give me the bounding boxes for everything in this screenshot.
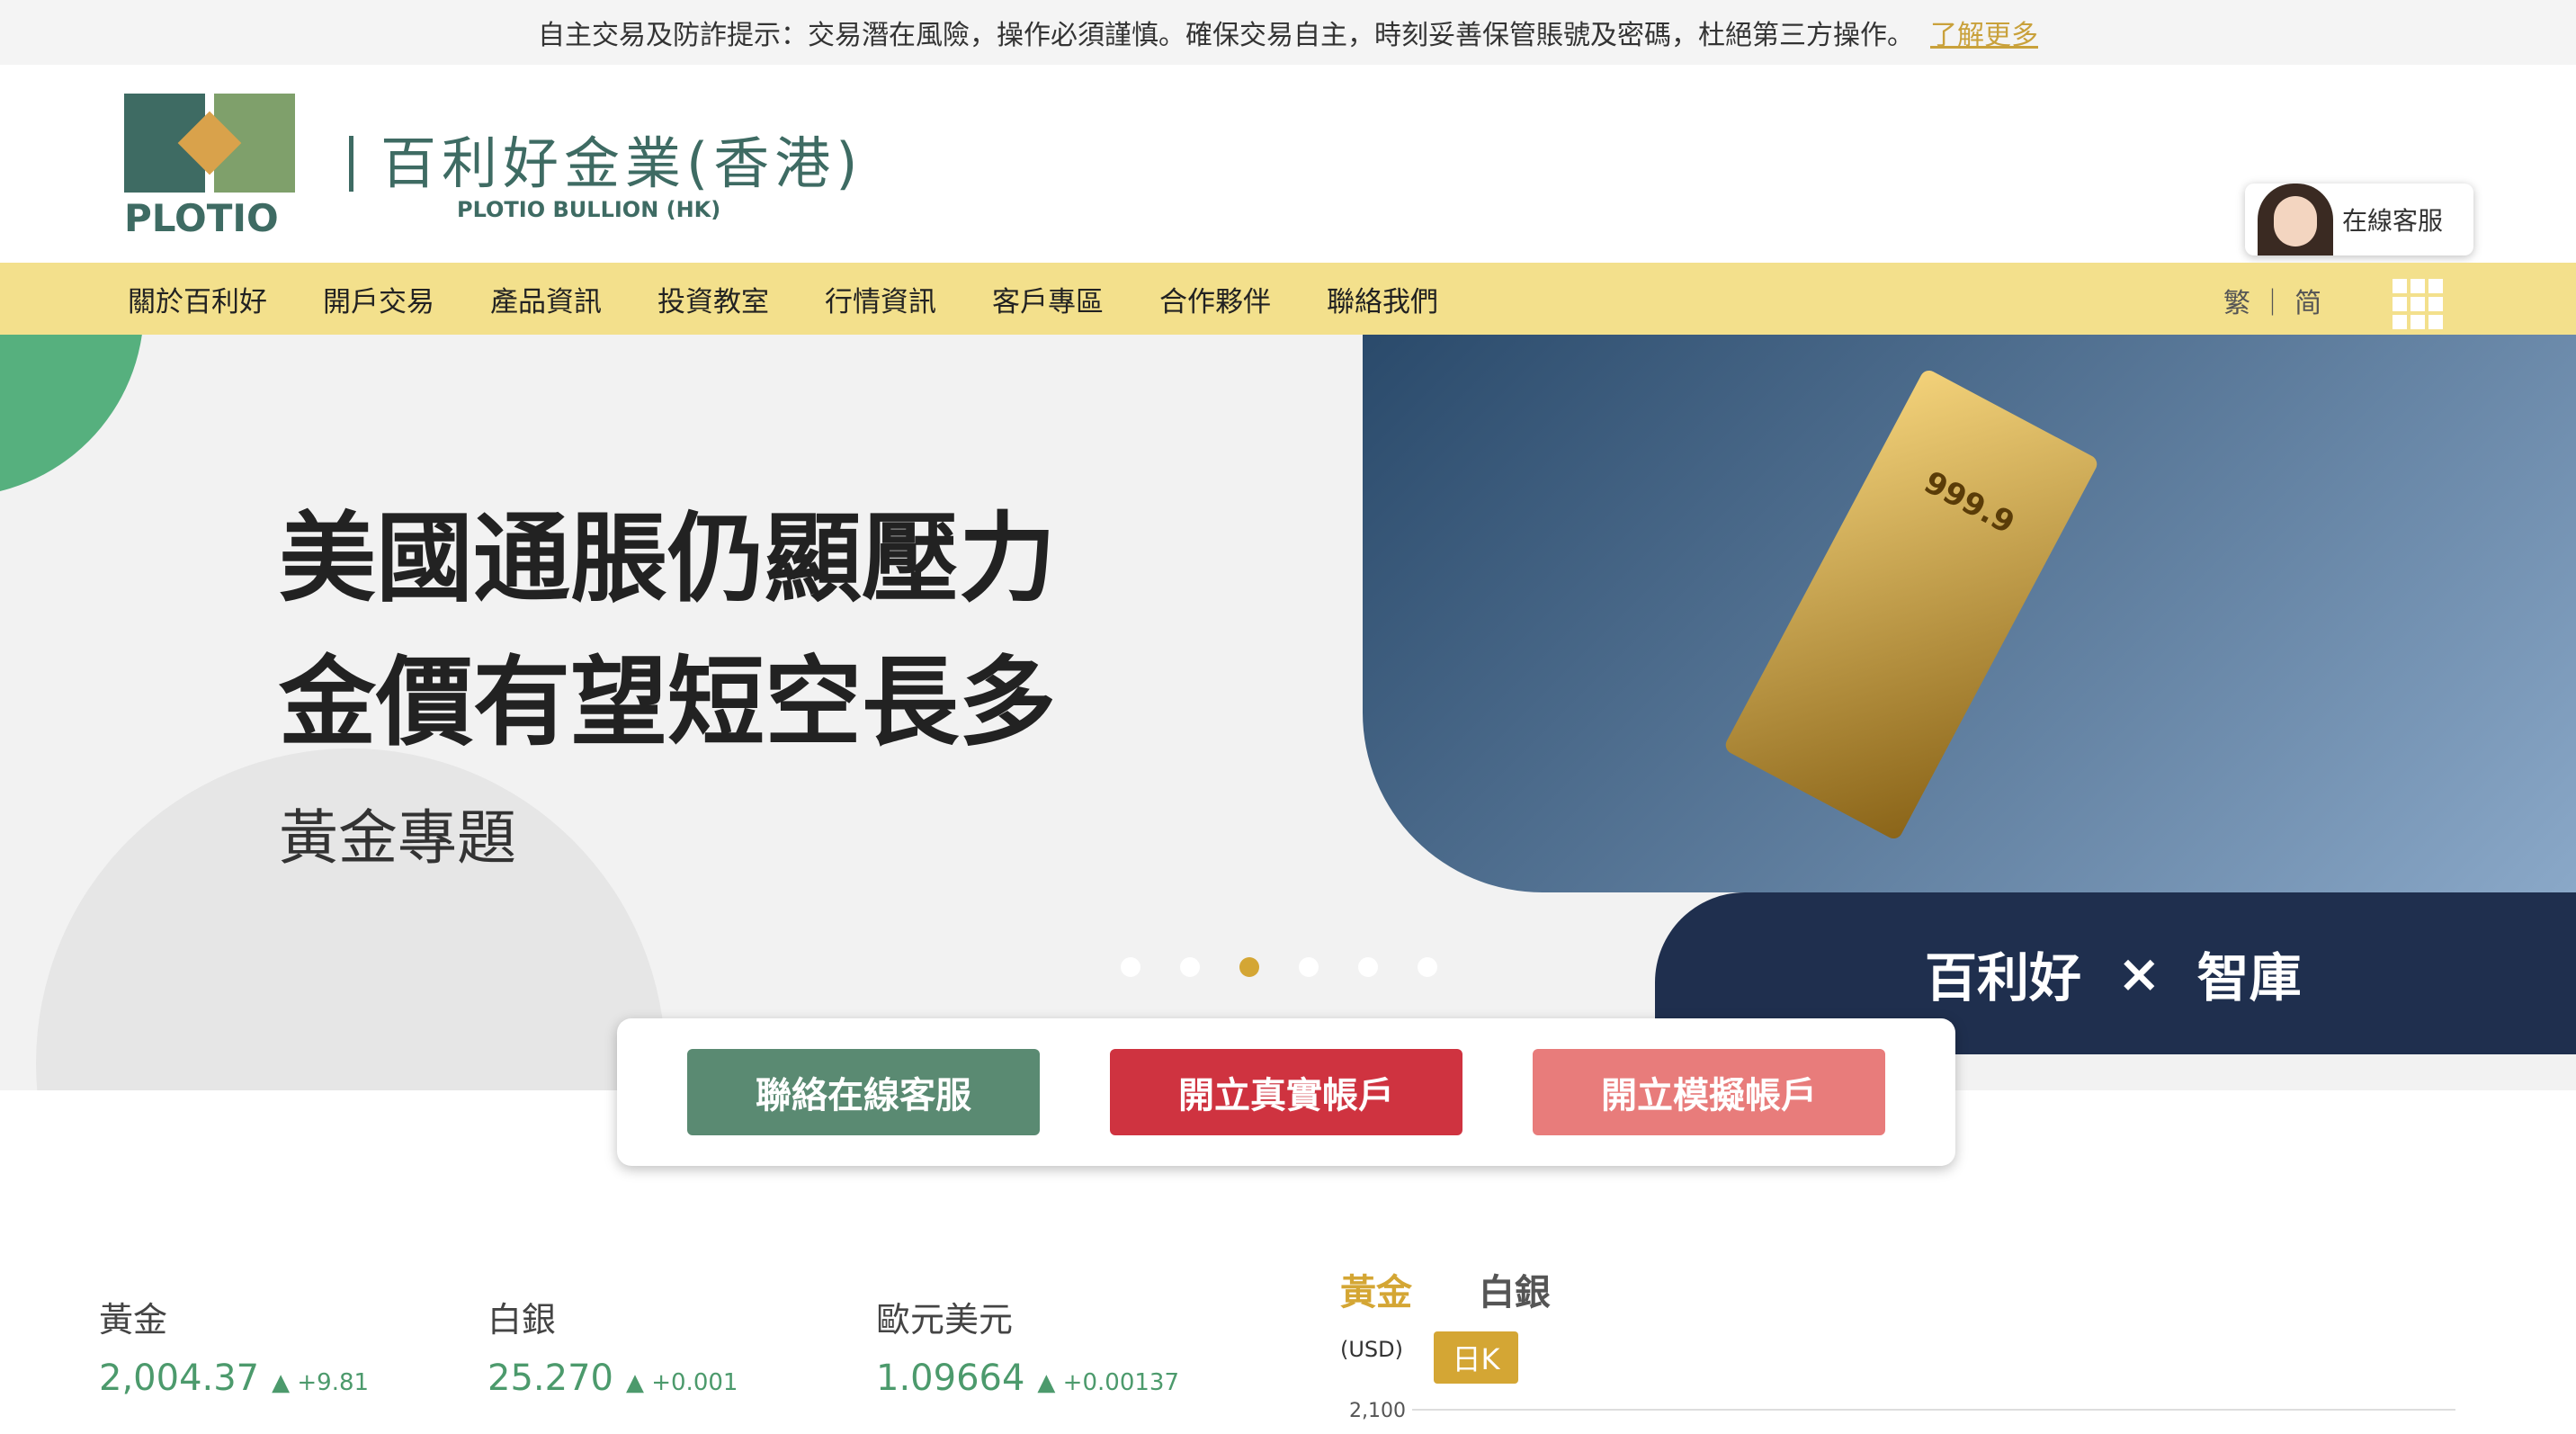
tab-silver[interactable]: 白銀 (1479, 1272, 1551, 1313)
nav-item-education[interactable]: 投資教室 (657, 279, 769, 319)
language-switch[interactable]: 繁 ｜ 简 (2223, 281, 2321, 320)
tab-gold[interactable]: 黃金 (1340, 1272, 1412, 1313)
apps-grid-icon[interactable] (2393, 279, 2443, 329)
nav-item-account[interactable]: 開戶交易 (323, 279, 434, 319)
open-real-account-button[interactable]: 開立真實帳戶 (1110, 1049, 1462, 1135)
main-nav: 關於百利好 開戶交易 產品資訊 投資教室 行情資訊 客戶專區 合作夥伴 聯絡我們… (0, 263, 2576, 335)
service-label: 在線客服 (2342, 206, 2444, 236)
chart-tabs: 黃金 白銀 (1340, 1263, 1551, 1315)
notice-bar: 自主交易及防詐提示：交易潛在風險，操作必須謹慎。確保交易自主，時刻妥善保管賬號及… (0, 0, 2576, 65)
nav-item-contact[interactable]: 聯絡我們 (1327, 279, 1438, 319)
open-demo-account-button[interactable]: 開立模擬帳戶 (1533, 1049, 1885, 1135)
logo-mark: PLOTIO (124, 94, 295, 264)
price-quotes: 黃金 2,004.37 ▲ +9.81 白銀 25.270 ▲ +0.001 歐元美元 1… (99, 1292, 1265, 1399)
chart-unit: (USD) (1340, 1337, 1404, 1362)
quote-gold[interactable]: 黃金 2,004.37 ▲ +9.81 (99, 1292, 487, 1399)
chart-gridline (1412, 1409, 2455, 1411)
notice-text: 自主交易及防詐提示：交易潛在風險，操作必須謹慎。確保交易自主，時刻妥善保管賬號及… (538, 20, 1914, 51)
nav-item-about[interactable]: 關於百利好 (128, 279, 267, 319)
logo[interactable]: PLOTIO 百利好金業(香港) PLOTIO BULLION (HK) (124, 94, 863, 264)
brand-en: PLOTIO BULLION (HK) (457, 197, 721, 222)
hero-subtitle: 黃金專題 (279, 803, 516, 873)
quote-silver[interactable]: 白銀 25.270 ▲ +0.001 (487, 1292, 876, 1399)
contact-service-button[interactable]: 聯絡在線客服 (687, 1049, 1040, 1135)
carousel-dots[interactable] (1121, 957, 1437, 977)
action-buttons: 聯絡在線客服 開立真實帳戶 開立模擬帳戶 (617, 1018, 1955, 1166)
gold-bar-image: 999.9 (1363, 335, 2576, 892)
nav-item-client[interactable]: 客戶專區 (992, 279, 1104, 319)
hero-banner[interactable]: 美國通脹仍顯壓力 金價有望短空長多 黃金專題 999.9 百利好 × 智庫 (0, 335, 2576, 1090)
quote-eurusd[interactable]: 歐元美元 1.09664 ▲ +0.00137 (876, 1292, 1265, 1399)
nav-item-products[interactable]: 產品資訊 (490, 279, 602, 319)
learn-more-link[interactable]: 了解更多 (1930, 13, 2038, 52)
header: PLOTIO 百利好金業(香港) PLOTIO BULLION (HK) 在線客… (0, 65, 2576, 263)
chart-tick: 2,100 (1349, 1400, 1406, 1422)
nav-item-partners[interactable]: 合作夥伴 (1159, 279, 1271, 319)
daily-k-button[interactable]: 日K (1434, 1331, 1518, 1384)
nav-item-market[interactable]: 行情資訊 (825, 279, 936, 319)
agent-avatar (2258, 184, 2333, 255)
hero-title: 美國通脹仍顯壓力 金價有望短空長多 (279, 503, 1057, 759)
brand-cn: 百利好金業(香港) (349, 136, 863, 192)
online-service-button[interactable]: 在線客服 (2245, 184, 2473, 255)
